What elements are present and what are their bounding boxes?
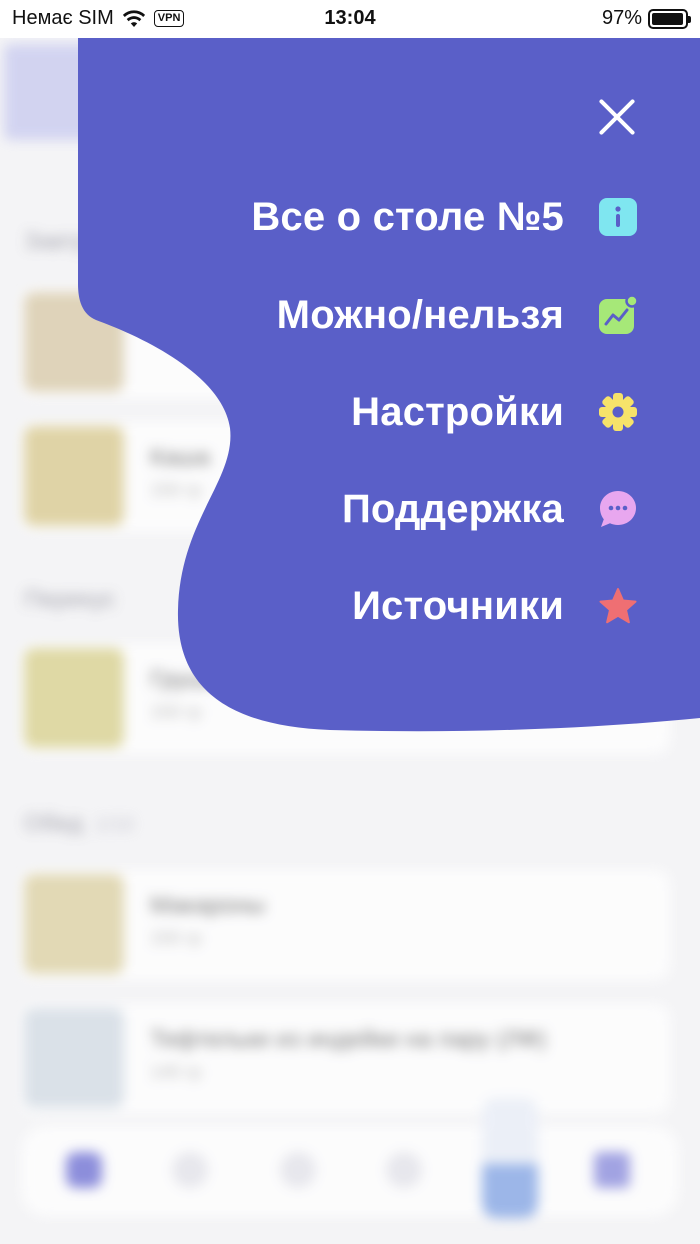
menu-item-label: Настройки [351, 389, 564, 434]
battery-icon [648, 8, 691, 29]
close-button[interactable] [596, 96, 638, 138]
chart-icon [599, 295, 638, 334]
menu-item-about-table5[interactable]: Все о столе №5 [251, 187, 638, 247]
clock: 13:04 [324, 7, 376, 29]
status-bar: Немає SIM VPN 13:04 97% [0, 0, 700, 38]
menu-item-sources[interactable]: Источники [352, 576, 638, 636]
menu-item-label: Все о столе №5 [251, 194, 564, 239]
star-icon [599, 588, 637, 624]
menu-item-settings[interactable]: Настройки [351, 382, 638, 442]
menu-item-label: Поддержка [341, 486, 564, 531]
gear-icon [599, 393, 637, 431]
status-right: 97% [601, 7, 691, 30]
menu-item-label: Можно/нельзя [276, 292, 564, 337]
menu-item-label: Источники [352, 583, 564, 628]
chat-icon [600, 491, 636, 527]
info-icon [599, 198, 637, 236]
menu-item-support[interactable]: Поддержка [342, 479, 638, 539]
battery-percent: 97% [601, 7, 642, 29]
menu-item-allowed-forbidden[interactable]: Можно/нельзя [277, 285, 638, 345]
